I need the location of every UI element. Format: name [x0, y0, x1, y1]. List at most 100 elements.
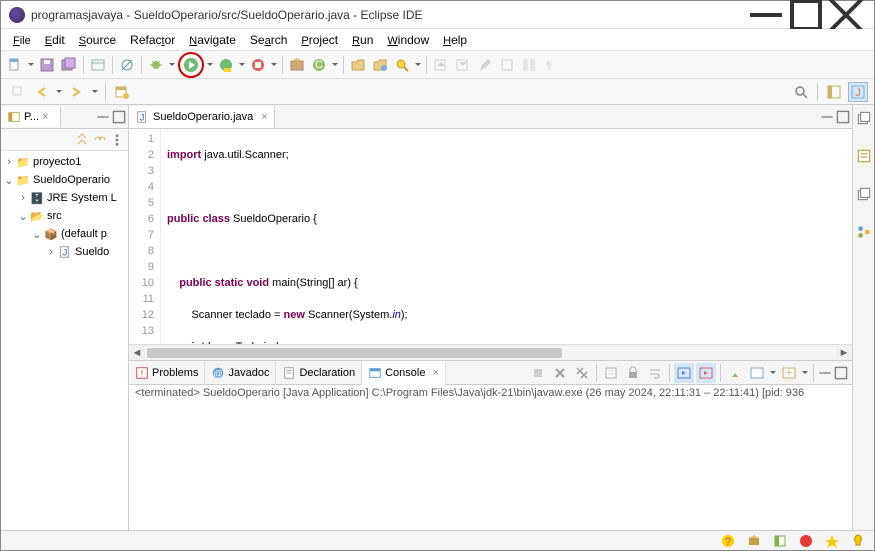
new-dropdown[interactable] [27, 60, 35, 69]
restore-icon[interactable] [855, 109, 873, 127]
new-class-dropdown[interactable] [331, 60, 339, 69]
open-perspective-icon[interactable] [824, 82, 844, 102]
new-button[interactable] [5, 55, 25, 75]
menu-run[interactable]: Run [346, 31, 379, 49]
remove-launch-button[interactable] [550, 363, 570, 383]
tree-project-proyecto1[interactable]: ›📁proyecto1 [3, 153, 126, 171]
collapse-all-button[interactable] [74, 132, 90, 148]
coverage-dropdown[interactable] [238, 60, 246, 69]
run-dropdown[interactable] [206, 60, 214, 69]
editor-tab-sueldooperario[interactable]: J SueldoOperario.java × [129, 106, 275, 128]
tip-icon[interactable]: ? [720, 533, 736, 549]
restore-icon-2[interactable] [855, 185, 873, 203]
tab-problems[interactable]: ! Problems [129, 361, 205, 385]
project-tree[interactable]: ›📁proyecto1 ⌄📁SueldoOperario ›🗄️JRE Syst… [1, 151, 128, 530]
whatsnew-icon[interactable] [824, 533, 840, 549]
run-button[interactable] [181, 55, 201, 75]
new-java-package-button[interactable] [287, 55, 307, 75]
coverage-button[interactable] [216, 55, 236, 75]
toggle-breadcrumb-button[interactable] [88, 55, 108, 75]
menu-file[interactable]: File [7, 31, 37, 49]
task-list-icon[interactable] [855, 147, 873, 165]
display-console-button[interactable] [747, 363, 767, 383]
pin-editor-button[interactable] [7, 82, 27, 102]
java-perspective-icon[interactable]: J [848, 82, 868, 102]
open-perspective-button[interactable] [112, 82, 132, 102]
nav-forward-button[interactable] [67, 82, 87, 102]
nav-forward-dropdown[interactable] [91, 87, 99, 96]
toggle-block-button[interactable] [519, 55, 539, 75]
overview-icon[interactable] [798, 533, 814, 549]
tree-src-folder[interactable]: ⌄📂src [3, 207, 126, 225]
menu-help[interactable]: Help [437, 31, 473, 49]
package-explorer-tab[interactable]: P... × [1, 107, 61, 127]
close-tab-icon[interactable]: × [261, 111, 267, 123]
show-console-on-err-button[interactable] [696, 363, 716, 383]
save-button[interactable] [37, 55, 57, 75]
tree-default-package[interactable]: ⌄📦(default p [3, 225, 126, 243]
display-console-dropdown[interactable] [769, 368, 777, 377]
search-button[interactable] [392, 55, 412, 75]
prev-annotation-button[interactable] [431, 55, 451, 75]
menu-source[interactable]: Source [73, 31, 122, 49]
menu-edit[interactable]: Edit [39, 31, 71, 49]
bottom-maximize-button[interactable] [834, 366, 848, 380]
pane-maximize-button[interactable] [112, 110, 126, 124]
show-console-on-out-button[interactable] [674, 363, 694, 383]
last-edit-button[interactable] [475, 55, 495, 75]
scroll-lock-button[interactable] [623, 363, 643, 383]
tips-bulb-icon[interactable] [850, 533, 866, 549]
updates-icon[interactable] [746, 533, 762, 549]
nav-back-dropdown[interactable] [55, 87, 63, 96]
pane-minimize-button[interactable] [96, 110, 110, 124]
open-task-button[interactable] [370, 55, 390, 75]
editor-maximize-button[interactable] [836, 110, 850, 124]
bottom-minimize-button[interactable] [818, 366, 832, 380]
minimize-button[interactable] [746, 1, 786, 29]
tree-jre-library[interactable]: ›🗄️JRE System L [3, 189, 126, 207]
show-whitespace-button[interactable]: ¶ [541, 55, 561, 75]
debug-dropdown[interactable] [168, 60, 176, 69]
debug-button[interactable] [146, 55, 166, 75]
open-type-button[interactable] [348, 55, 368, 75]
tab-console[interactable]: Console × [362, 361, 446, 385]
menu-window[interactable]: Window [381, 31, 435, 49]
menu-search[interactable]: Search [244, 31, 293, 49]
clear-console-button[interactable] [601, 363, 621, 383]
access-search-button[interactable] [791, 82, 811, 102]
line-gutter[interactable]: 123 456 789 101112 13 [129, 129, 161, 344]
tab-javadoc[interactable]: @ Javadoc [205, 361, 276, 385]
nav-back-button[interactable] [31, 82, 51, 102]
outline-icon[interactable] [855, 223, 873, 241]
terminate-button[interactable] [528, 363, 548, 383]
skip-breakpoints-button[interactable] [117, 55, 137, 75]
tab-declaration[interactable]: Declaration [276, 361, 362, 385]
menu-refactor[interactable]: Refactor [124, 31, 181, 49]
code-content[interactable]: import java.util.Scanner; public class S… [161, 129, 852, 344]
editor-minimize-button[interactable] [820, 110, 834, 124]
editor-horizontal-scrollbar[interactable]: ◄► [129, 344, 852, 360]
view-menu-button[interactable] [110, 132, 124, 148]
next-annotation-button[interactable] [453, 55, 473, 75]
maximize-button[interactable] [786, 1, 826, 29]
close-tab-icon[interactable]: × [42, 111, 54, 123]
open-console-button[interactable]: + [779, 363, 799, 383]
new-java-class-button[interactable]: C [309, 55, 329, 75]
toggle-mark-button[interactable] [497, 55, 517, 75]
code-editor[interactable]: 123 456 789 101112 13 import java.util.S… [129, 129, 852, 344]
remove-all-button[interactable] [572, 363, 592, 383]
word-wrap-button[interactable] [645, 363, 665, 383]
close-button[interactable] [826, 1, 866, 29]
search-dropdown[interactable] [414, 60, 422, 69]
pin-console-button[interactable] [725, 363, 745, 383]
tree-project-sueldooperario[interactable]: ⌄📁SueldoOperario [3, 171, 126, 189]
save-all-button[interactable] [59, 55, 79, 75]
link-editor-button[interactable] [92, 132, 108, 148]
menu-navigate[interactable]: Navigate [183, 31, 242, 49]
run-last-button[interactable] [248, 55, 268, 75]
menu-project[interactable]: Project [295, 31, 344, 49]
run-last-dropdown[interactable] [270, 60, 278, 69]
samples-icon[interactable] [772, 533, 788, 549]
tree-java-file[interactable]: ›JSueldo [3, 243, 126, 261]
close-tab-icon[interactable]: × [432, 367, 438, 379]
